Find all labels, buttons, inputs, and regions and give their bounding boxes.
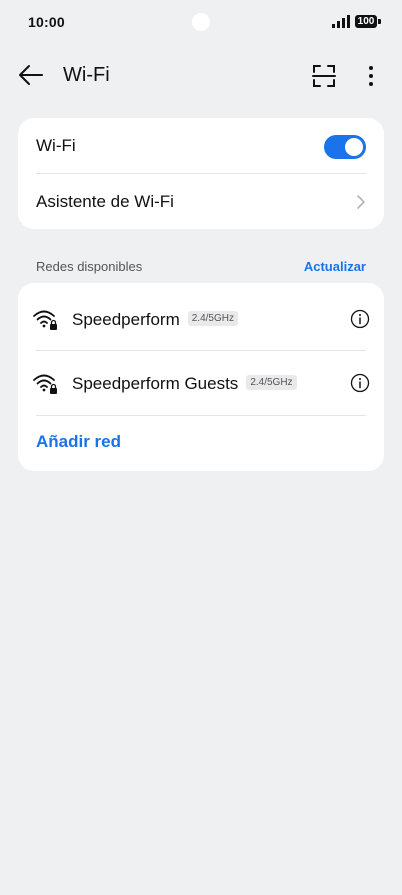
info-icon[interactable] (350, 373, 370, 393)
back-arrow-icon[interactable] (16, 60, 46, 90)
network-name-row: Speedperform Guests 2.4/5GHz (72, 374, 297, 394)
wifi-label: Wi-Fi (36, 136, 76, 155)
status-bar: 10:00 100 (0, 0, 402, 44)
band-badge: 2.4/5GHz (246, 375, 297, 391)
wifi-toggle[interactable] (324, 135, 366, 159)
networks-card: Speedperform 2.4/5GHz Speedperform Guests… (18, 283, 384, 471)
refresh-button[interactable]: Actualizar (304, 259, 366, 274)
add-network-button[interactable]: Añadir red (36, 432, 121, 452)
wifi-assistant-label: Asistente de Wi-Fi (36, 192, 174, 211)
network-name: Speedperform Guests (72, 374, 239, 393)
page-title: Wi-Fi (63, 64, 110, 86)
app-bar: Wi-Fi (0, 52, 402, 100)
network-item[interactable]: Speedperform 2.4/5GHz (18, 287, 384, 351)
wifi-lock-icon (33, 310, 57, 330)
wifi-toggle-row[interactable]: Wi-Fi (18, 118, 384, 173)
battery-icon: 100 (355, 15, 381, 28)
chevron-right-icon (357, 195, 365, 209)
scan-qr-icon[interactable] (310, 62, 338, 90)
wifi-assistant-row[interactable]: Asistente de Wi-Fi (18, 174, 384, 229)
wifi-lock-icon (33, 374, 57, 394)
status-time: 10:00 (28, 14, 65, 30)
divider (36, 415, 366, 416)
network-item[interactable]: Speedperform Guests 2.4/5GHz (18, 351, 384, 415)
camera-cutout (192, 13, 210, 31)
network-name-row: Speedperform 2.4/5GHz (72, 310, 238, 330)
more-vert-icon[interactable] (358, 62, 384, 90)
info-icon[interactable] (350, 309, 370, 329)
wifi-settings-card: Wi-Fi Asistente de Wi-Fi (18, 118, 384, 229)
network-name: Speedperform (72, 310, 180, 329)
available-networks-label: Redes disponibles (36, 259, 143, 274)
battery-level: 100 (355, 15, 377, 28)
toggle-knob (345, 138, 363, 156)
signal-icon (332, 15, 350, 28)
band-badge: 2.4/5GHz (187, 311, 238, 327)
